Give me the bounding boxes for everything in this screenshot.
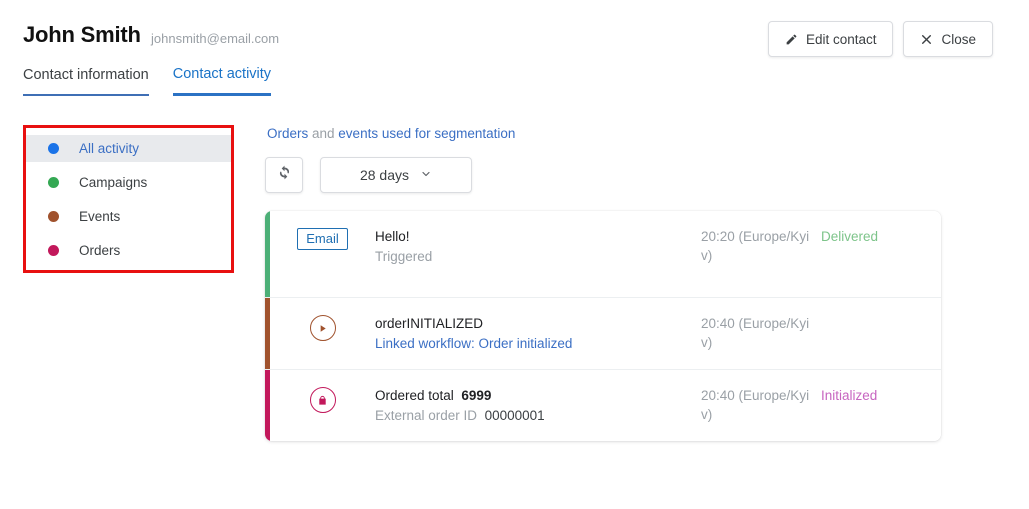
row-subtitle: Triggered xyxy=(375,249,433,264)
pencil-icon xyxy=(785,33,798,46)
row-icon-cell: Email xyxy=(270,227,375,250)
row-content: orderINITIALIZED Linked workflow: Order … xyxy=(375,314,701,353)
row-title: Ordered total 6999 xyxy=(375,386,691,405)
activity-filter-highlight: All activity Campaigns Events Orders xyxy=(23,125,234,273)
row-title: orderINITIALIZED xyxy=(375,316,484,331)
orders-dot-icon xyxy=(48,245,59,256)
sidebar-item-events[interactable]: Events xyxy=(26,203,231,230)
ordered-total-value: 6999 xyxy=(461,388,492,403)
sidebar-item-label: All activity xyxy=(79,141,140,156)
email-badge: Email xyxy=(297,228,348,250)
close-icon xyxy=(920,33,933,46)
row-title: Hello! xyxy=(375,229,410,244)
tab-contact-activity[interactable]: Contact activity xyxy=(172,64,272,96)
events-dot-icon xyxy=(48,211,59,222)
table-row[interactable]: Ordered total 6999 External order ID 000… xyxy=(265,369,941,441)
row-icon-cell xyxy=(270,386,375,413)
table-row[interactable]: orderINITIALIZED Linked workflow: Order … xyxy=(265,297,941,369)
sidebar-item-orders[interactable]: Orders xyxy=(26,237,231,264)
header-actions: Edit contact Close xyxy=(767,21,993,57)
activity-list: Email Hello! Triggered 20:20 (Europe/Kyi… xyxy=(265,211,941,441)
segmentation-note: Orders and events used for segmentation xyxy=(267,125,955,143)
segmentation-note-middle: and xyxy=(308,126,339,141)
events-segmentation-link[interactable]: events used for segmentation xyxy=(338,126,515,141)
chevron-down-icon xyxy=(420,167,432,183)
all-activity-dot-icon xyxy=(48,143,59,154)
tab-contact-information[interactable]: Contact information xyxy=(23,65,149,96)
status-badge: Initialized xyxy=(821,388,878,403)
table-row[interactable]: Email Hello! Triggered 20:20 (Europe/Kyi… xyxy=(265,211,941,297)
period-label: 28 days xyxy=(359,167,410,183)
external-order-id-label: External order ID xyxy=(375,408,478,423)
row-icon-cell xyxy=(270,314,375,341)
row-timestamp: 20:20 (Europe/Kyiv) xyxy=(701,229,810,263)
refresh-icon xyxy=(277,165,292,185)
edit-contact-button[interactable]: Edit contact xyxy=(767,21,894,57)
sidebar-item-campaigns[interactable]: Campaigns xyxy=(26,169,231,196)
orders-link[interactable]: Orders xyxy=(267,126,308,141)
edit-contact-label: Edit contact xyxy=(805,31,877,47)
activity-toolbar: 28 days xyxy=(265,157,955,193)
row-content: Hello! Triggered xyxy=(375,227,701,266)
order-bag-icon xyxy=(309,387,336,413)
row-timestamp: 20:40 (Europe/Kyiv) xyxy=(701,316,810,350)
close-button[interactable]: Close xyxy=(903,21,993,57)
sidebar-item-label: Events xyxy=(79,209,121,224)
sidebar-item-label: Orders xyxy=(79,243,121,258)
close-label: Close xyxy=(941,31,976,47)
page-header: John Smith johnsmith@email.com Edit cont… xyxy=(0,0,1029,100)
row-type-bar xyxy=(265,211,270,297)
activity-panel: Orders and events used for segmentation … xyxy=(265,125,955,441)
page-title: John Smith xyxy=(23,22,141,47)
refresh-button[interactable] xyxy=(265,157,303,193)
row-content: Ordered total 6999 External order ID 000… xyxy=(375,386,701,425)
campaigns-dot-icon xyxy=(48,177,59,188)
period-select[interactable]: 28 days xyxy=(320,157,472,193)
status-badge: Delivered xyxy=(821,229,879,244)
contact-email: johnsmith@email.com xyxy=(151,31,280,46)
tab-bar: Contact information Contact activity xyxy=(23,64,272,96)
external-order-id-value: 00000001 xyxy=(484,408,545,423)
play-circle-icon xyxy=(309,315,336,341)
row-subtitle: External order ID 00000001 xyxy=(375,406,691,425)
row-workflow-link[interactable]: Linked workflow: Order initialized xyxy=(375,334,691,353)
ordered-total-label: Ordered total xyxy=(375,388,454,403)
sidebar-item-all-activity[interactable]: All activity xyxy=(26,135,231,162)
sidebar-item-label: Campaigns xyxy=(79,175,148,190)
activity-filter-list: All activity Campaigns Events Orders xyxy=(26,128,231,264)
row-timestamp: 20:40 (Europe/Kyiv) xyxy=(701,388,810,422)
